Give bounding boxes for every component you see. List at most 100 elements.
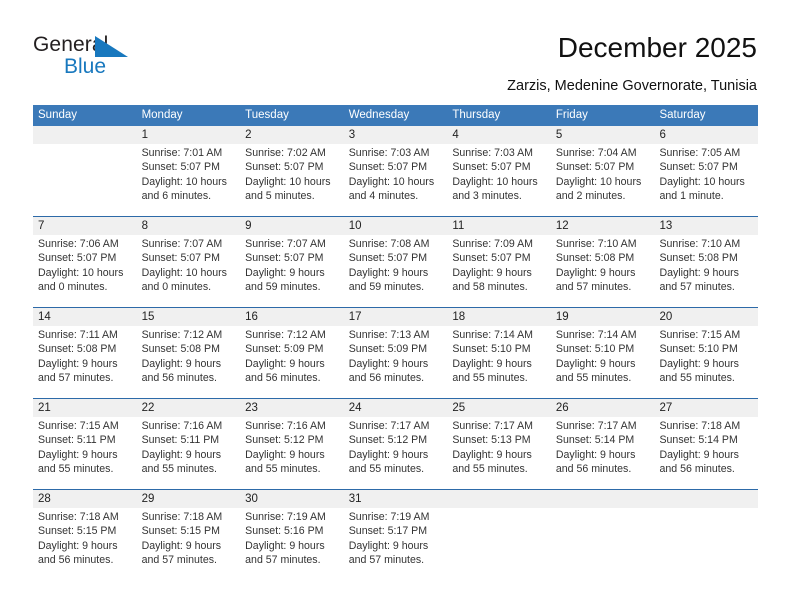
day-number[interactable]: 25 [447,399,551,417]
day-cell[interactable]: Sunrise: 7:03 AM Sunset: 5:07 PM Daylight:… [447,144,551,216]
day-sunset-text: Sunset: 5:17 PM [348,525,428,538]
day-number[interactable]: 10 [344,217,448,235]
general-blue-logo[interactable]: General Blue [33,33,173,85]
day-sunset-text: Sunset: 5:08 PM [38,343,117,356]
sunrise-sunset-calendar: Sunday Monday Tuesday Wednesday Thursday… [33,105,758,580]
day-number[interactable]: 5 [551,126,655,144]
day-sunset-text: Sunset: 5:07 PM [141,252,220,265]
day-number[interactable]: 28 [33,490,137,508]
day-sunrise-text: Sunrise: 7:05 AM [659,147,741,159]
weekday-header-sunday: Sunday [38,109,78,121]
day-number-empty [551,490,655,508]
day-cell[interactable]: Sunrise: 7:01 AM Sunset: 5:07 PM Daylight:… [137,144,241,216]
day-number[interactable]: 16 [240,308,344,326]
day-number[interactable]: 19 [551,308,655,326]
day-cell[interactable]: Sunrise: 7:18 AM Sunset: 5:15 PM Daylight:… [33,508,137,580]
day-cell[interactable]: Sunrise: 7:18 AM Sunset: 5:15 PM Daylight:… [137,508,241,580]
day-number[interactable]: 18 [447,308,551,326]
day-number[interactable]: 29 [137,490,241,508]
day-daylight-text: and 5 minutes. [245,189,315,202]
day-sunrise-text: Sunrise: 7:14 AM [452,329,533,341]
day-cell[interactable]: Sunrise: 7:17 AM Sunset: 5:12 PM Daylight:… [344,417,448,489]
day-daylight-text: Daylight: 9 hours [348,448,429,461]
day-daylight-text: and 6 minutes. [141,189,212,202]
day-number[interactable]: 9 [240,217,344,235]
day-cell[interactable]: Sunrise: 7:16 AM Sunset: 5:11 PM Daylight:… [137,417,241,489]
day-daylight-text: and 55 minutes. [452,462,528,475]
day-number[interactable]: 20 [654,308,758,326]
day-cell[interactable]: Sunrise: 7:13 AM Sunset: 5:09 PM Daylight:… [344,326,448,398]
day-cell[interactable]: Sunrise: 7:10 AM Sunset: 5:08 PM Daylight:… [654,235,758,307]
day-sunrise-text: Sunrise: 7:12 AM [141,329,223,341]
day-cell[interactable]: Sunrise: 7:07 AM Sunset: 5:07 PM Daylight:… [137,235,241,307]
page-header: General Blue December 2025 Zarzis, Meden… [0,0,792,104]
day-number[interactable]: 17 [344,308,448,326]
day-number[interactable]: 4 [447,126,551,144]
day-cell[interactable]: Sunrise: 7:08 AM Sunset: 5:07 PM Daylight:… [344,235,448,307]
day-daylight-text: and 57 minutes. [555,280,632,293]
day-cell[interactable]: Sunrise: 7:12 AM Sunset: 5:09 PM Daylight:… [240,326,344,398]
day-cell[interactable]: Sunrise: 7:09 AM Sunset: 5:07 PM Daylight:… [447,235,551,307]
day-number[interactable]: 2 [240,126,344,144]
day-number[interactable]: 11 [447,217,551,235]
day-number[interactable]: 27 [654,399,758,417]
day-sunrise-text: Sunrise: 7:17 AM [555,420,637,432]
day-daylight-text: Daylight: 9 hours [245,448,325,461]
day-sunrise-text: Sunrise: 7:07 AM [245,238,326,250]
day-number[interactable]: 31 [344,490,448,508]
day-daylight-text: Daylight: 10 hours [245,175,331,188]
day-daylight-text: Daylight: 9 hours [348,539,429,552]
weekday-header-row: Sunday Monday Tuesday Wednesday Thursday… [33,105,758,126]
day-cell[interactable]: Sunrise: 7:17 AM Sunset: 5:13 PM Daylight:… [447,417,551,489]
day-number[interactable]: 21 [33,399,137,417]
day-number[interactable]: 23 [240,399,344,417]
day-number[interactable]: 12 [551,217,655,235]
day-cell[interactable]: Sunrise: 7:14 AM Sunset: 5:10 PM Daylight:… [447,326,551,398]
day-number[interactable]: 30 [240,490,344,508]
day-sunset-text: Sunset: 5:10 PM [659,343,738,356]
day-cell[interactable]: Sunrise: 7:05 AM Sunset: 5:07 PM Daylight:… [654,144,758,216]
day-number-empty [447,490,551,508]
day-cell[interactable]: Sunrise: 7:07 AM Sunset: 5:07 PM Daylight:… [240,235,344,307]
day-cell[interactable]: Sunrise: 7:06 AM Sunset: 5:07 PM Daylight:… [33,235,137,307]
day-daylight-text: and 56 minutes. [141,371,217,384]
day-cell[interactable]: Sunrise: 7:19 AM Sunset: 5:16 PM Daylight:… [240,508,344,580]
day-cell[interactable]: Sunrise: 7:15 AM Sunset: 5:10 PM Daylight:… [654,326,758,398]
day-cell[interactable]: Sunrise: 7:16 AM Sunset: 5:12 PM Daylight:… [240,417,344,489]
day-cell[interactable]: Sunrise: 7:10 AM Sunset: 5:08 PM Daylight:… [551,235,655,307]
day-cell[interactable]: Sunrise: 7:12 AM Sunset: 5:08 PM Daylight:… [137,326,241,398]
day-sunrise-text: Sunrise: 7:15 AM [38,420,119,432]
day-daylight-text: and 56 minutes. [555,462,632,475]
day-sunrise-text: Sunrise: 7:19 AM [348,511,430,523]
day-sunrise-text: Sunrise: 7:16 AM [141,420,223,432]
day-sunset-text: Sunset: 5:07 PM [555,161,635,174]
day-cell[interactable]: Sunrise: 7:19 AM Sunset: 5:17 PM Daylight:… [344,508,448,580]
day-cell[interactable]: Sunrise: 7:03 AM Sunset: 5:07 PM Daylight:… [344,144,448,216]
day-cell[interactable]: Sunrise: 7:18 AM Sunset: 5:14 PM Daylight:… [654,417,758,489]
day-sunset-text: Sunset: 5:15 PM [141,525,220,538]
day-cell[interactable]: Sunrise: 7:17 AM Sunset: 5:14 PM Daylight:… [551,417,655,489]
calendar-week-row: 7 8 9 10 11 12 13 Sunrise: 7:06 AM Sunset: 5:07 … [33,216,758,307]
day-number[interactable]: 1 [137,126,241,144]
day-number[interactable]: 22 [137,399,241,417]
day-number[interactable]: 7 [33,217,137,235]
day-number[interactable]: 8 [137,217,241,235]
day-cell[interactable]: Sunrise: 7:14 AM Sunset: 5:10 PM Daylight:… [551,326,655,398]
day-number[interactable]: 3 [344,126,448,144]
day-cell[interactable]: Sunrise: 7:15 AM Sunset: 5:11 PM Daylight:… [33,417,137,489]
day-number[interactable]: 15 [137,308,241,326]
day-sunrise-text: Sunrise: 7:12 AM [245,329,326,341]
day-cell[interactable]: Sunrise: 7:02 AM Sunset: 5:07 PM Daylight:… [240,144,344,216]
day-daylight-text: and 0 minutes. [38,280,108,293]
day-number[interactable]: 26 [551,399,655,417]
day-detail-row: Sunrise: 7:01 AM Sunset: 5:07 PM Daylight:… [33,144,758,216]
day-sunset-text: Sunset: 5:07 PM [141,161,220,174]
day-number[interactable]: 24 [344,399,448,417]
day-number[interactable]: 14 [33,308,137,326]
day-sunrise-text: Sunrise: 7:16 AM [245,420,326,432]
day-sunset-text: Sunset: 5:08 PM [141,343,220,356]
day-number[interactable]: 13 [654,217,758,235]
day-number[interactable]: 6 [654,126,758,144]
day-cell[interactable]: Sunrise: 7:04 AM Sunset: 5:07 PM Daylight:… [551,144,655,216]
day-cell[interactable]: Sunrise: 7:11 AM Sunset: 5:08 PM Daylight:… [33,326,137,398]
